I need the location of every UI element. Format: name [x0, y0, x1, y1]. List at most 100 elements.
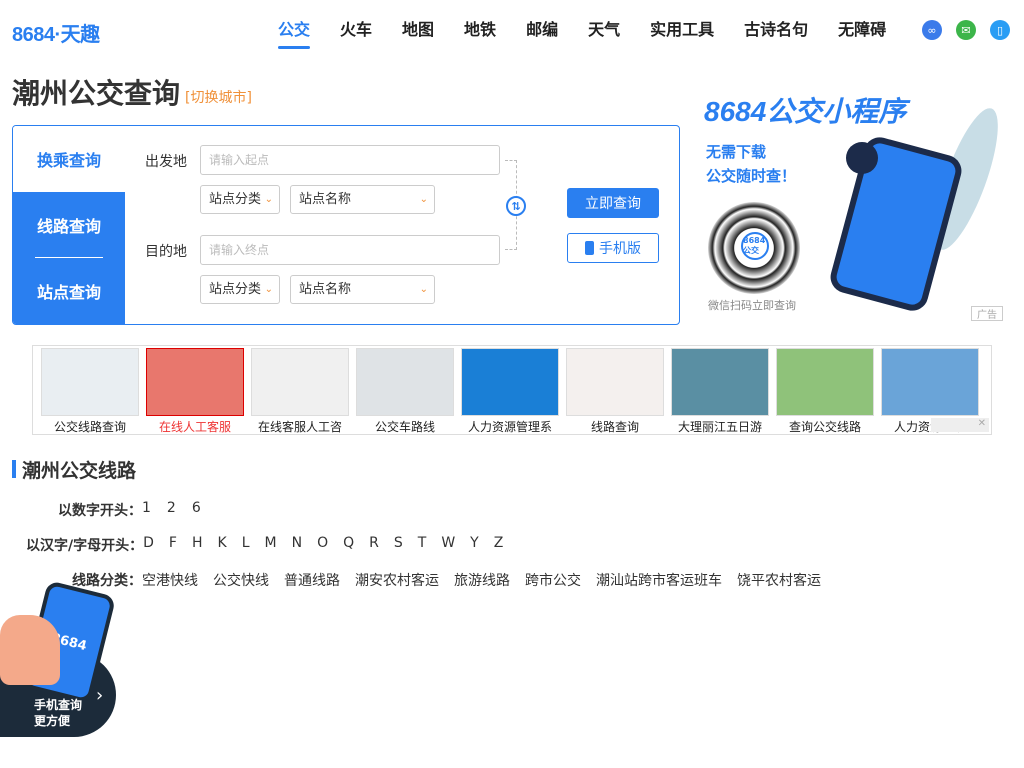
- to-category-select[interactable]: 站点分类 ⌄: [200, 275, 280, 304]
- switch-city-link[interactable]: [切换城市]: [185, 87, 252, 107]
- strip-ad-image: [881, 348, 979, 416]
- strip-ad-item[interactable]: 人力资源管理系: [461, 348, 559, 435]
- person-illustration: [846, 142, 878, 174]
- line-index-link[interactable]: H: [192, 535, 203, 555]
- promo-text-line2: 更方便: [34, 714, 71, 728]
- line-category-link[interactable]: 潮汕站跨市客运班车: [596, 570, 722, 590]
- nav-item-train[interactable]: 火车: [340, 18, 372, 46]
- qr-code: 8684公交: [708, 202, 800, 294]
- line-index-link[interactable]: Y: [470, 535, 479, 555]
- ad-subtitle: 无需下载 公交随时查！: [706, 140, 796, 188]
- to-input[interactable]: [200, 235, 500, 265]
- nav-item-poems[interactable]: 古诗名句: [744, 18, 808, 46]
- line-index-link[interactable]: W: [441, 535, 455, 555]
- line-index-link[interactable]: M: [265, 535, 277, 555]
- chevron-down-icon: ⌄: [264, 284, 273, 295]
- site-logo[interactable]: 8684·天趣: [12, 18, 100, 46]
- line-index-link[interactable]: T: [418, 535, 427, 555]
- line-index-link[interactable]: F: [169, 535, 177, 555]
- line-category-link[interactable]: 空港快线: [142, 570, 198, 590]
- image-ad-strip: 公交线路查询 在线人工客服 在线客服人工咨 公交车路线 人力资源管理系 线路查询…: [32, 345, 992, 435]
- section-title: 潮州公交线路: [22, 460, 137, 482]
- nav-item-subway[interactable]: 地铁: [464, 18, 496, 46]
- from-input[interactable]: [200, 145, 500, 175]
- strip-ad-label: 公交车路线: [374, 420, 435, 434]
- letter-lines-label: 以汉字/字母开头：: [26, 538, 144, 554]
- strip-ad-item[interactable]: 大理丽江五日游: [671, 348, 769, 435]
- line-index-link[interactable]: 6: [192, 500, 201, 520]
- line-category-link[interactable]: 潮安农村客运: [355, 570, 439, 590]
- strip-ad-label: 线路查询: [590, 420, 639, 434]
- to-station-value: 站点名称: [299, 282, 352, 297]
- line-category-link[interactable]: 公交快线: [213, 570, 269, 590]
- line-index-link[interactable]: 2: [167, 500, 176, 520]
- from-station-select[interactable]: 站点名称 ⌄: [290, 185, 435, 214]
- strip-ad-item[interactable]: 在线人工客服: [146, 348, 244, 435]
- tab-line[interactable]: 线路查询: [13, 192, 125, 258]
- wechat-icon[interactable]: ✉: [956, 20, 976, 40]
- line-category-link[interactable]: 旅游线路: [454, 570, 510, 590]
- number-lines-label: 以数字开头：: [58, 503, 142, 519]
- from-label: 出发地: [145, 154, 187, 170]
- nav-item-tools[interactable]: 实用工具: [650, 18, 714, 46]
- line-index-link[interactable]: L: [242, 535, 250, 555]
- ad-tag: 广告: [971, 306, 1003, 321]
- swap-icon[interactable]: ⇅: [506, 196, 526, 216]
- to-station-select[interactable]: 站点名称 ⌄: [290, 275, 435, 304]
- line-index-link[interactable]: R: [369, 535, 379, 555]
- from-category-select[interactable]: 站点分类 ⌄: [200, 185, 280, 214]
- promo-text-line1: 手机查询: [34, 698, 83, 712]
- line-category-link[interactable]: 跨市公交: [525, 570, 581, 590]
- mobile-icon[interactable]: ▯: [990, 20, 1010, 40]
- line-category-link[interactable]: 饶平农村客运: [737, 570, 821, 590]
- chevron-down-icon: ⌄: [264, 194, 273, 205]
- close-icon[interactable]: ✕: [931, 418, 989, 432]
- tab-station[interactable]: 站点查询: [13, 258, 125, 324]
- mobile-promo-float[interactable]: 8684 手机查询 更方便 ›: [0, 580, 120, 737]
- from-category-value: 站点分类: [209, 192, 262, 207]
- top-nav: 8684·天趣 公交 火车 地图 地铁 邮编 天气 实用工具 古诗名句 无障碍 …: [0, 0, 1024, 60]
- strip-ad-label: 查询公交线路: [788, 420, 861, 434]
- number-lines-row: 以数字开头： 1 2 6: [58, 500, 201, 520]
- query-tabs: 换乘查询 线路查询 站点查询: [13, 126, 125, 324]
- line-index-link[interactable]: O: [317, 535, 328, 555]
- from-station-value: 站点名称: [299, 192, 352, 207]
- strip-ad-item[interactable]: 公交线路查询: [41, 348, 139, 435]
- hand-illustration: [0, 615, 60, 685]
- nav-item-postcode[interactable]: 邮编: [526, 18, 558, 46]
- letter-lines-row: 以汉字/字母开头： D F H K L M N O Q R S T W Y Z: [26, 535, 503, 555]
- line-index-link[interactable]: D: [143, 535, 154, 555]
- line-index-link[interactable]: K: [218, 535, 227, 555]
- nav-item-bus[interactable]: 公交: [278, 18, 311, 49]
- submit-query-button[interactable]: 立即查询: [567, 188, 659, 218]
- line-index-link[interactable]: 1: [142, 500, 151, 520]
- strip-ad-item[interactable]: 公交车路线: [356, 348, 454, 435]
- phone-icon: [585, 241, 594, 255]
- nav-item-weather[interactable]: 天气: [588, 18, 620, 46]
- page-title: 潮州公交查询: [12, 78, 181, 109]
- line-index-link[interactable]: Z: [494, 535, 504, 555]
- strip-ad-image: [776, 348, 874, 416]
- strip-ad-image: [461, 348, 559, 416]
- mobile-version-label: 手机版: [599, 241, 641, 257]
- strip-ad-image: [566, 348, 664, 416]
- strip-ad-item[interactable]: 查询公交线路: [776, 348, 874, 435]
- query-panel: 换乘查询 线路查询 站点查询 出发地 站点分类 ⌄ 站点名称 ⌄ 目的地 站点分…: [12, 125, 680, 325]
- nav-item-accessibility[interactable]: 无障碍: [838, 18, 886, 46]
- strip-ad-item[interactable]: 线路查询: [566, 348, 664, 435]
- mini-program-icon[interactable]: ∞: [922, 20, 942, 40]
- line-index-link[interactable]: N: [292, 535, 302, 555]
- strip-ad-item[interactable]: 在线客服人工咨: [251, 348, 349, 435]
- strip-ad-label: 在线客服人工咨: [257, 420, 342, 434]
- mobile-version-button[interactable]: 手机版: [567, 233, 659, 263]
- tab-transfer[interactable]: 换乘查询: [13, 126, 125, 192]
- ad-subtitle-line1: 无需下载: [706, 143, 767, 161]
- to-category-value: 站点分类: [209, 282, 262, 297]
- promo-text: 手机查询 更方便: [34, 697, 82, 729]
- line-index-link[interactable]: Q: [343, 535, 354, 555]
- mini-program-ad[interactable]: 8684公交小程序 无需下载 公交随时查！ 8684公交 微信扫码立即查询: [696, 84, 1008, 326]
- line-category-link[interactable]: 普通线路: [284, 570, 340, 590]
- nav-item-map[interactable]: 地图: [402, 18, 434, 46]
- line-index-link[interactable]: S: [394, 535, 403, 555]
- strip-ad-label: 大理丽江五日游: [677, 420, 762, 434]
